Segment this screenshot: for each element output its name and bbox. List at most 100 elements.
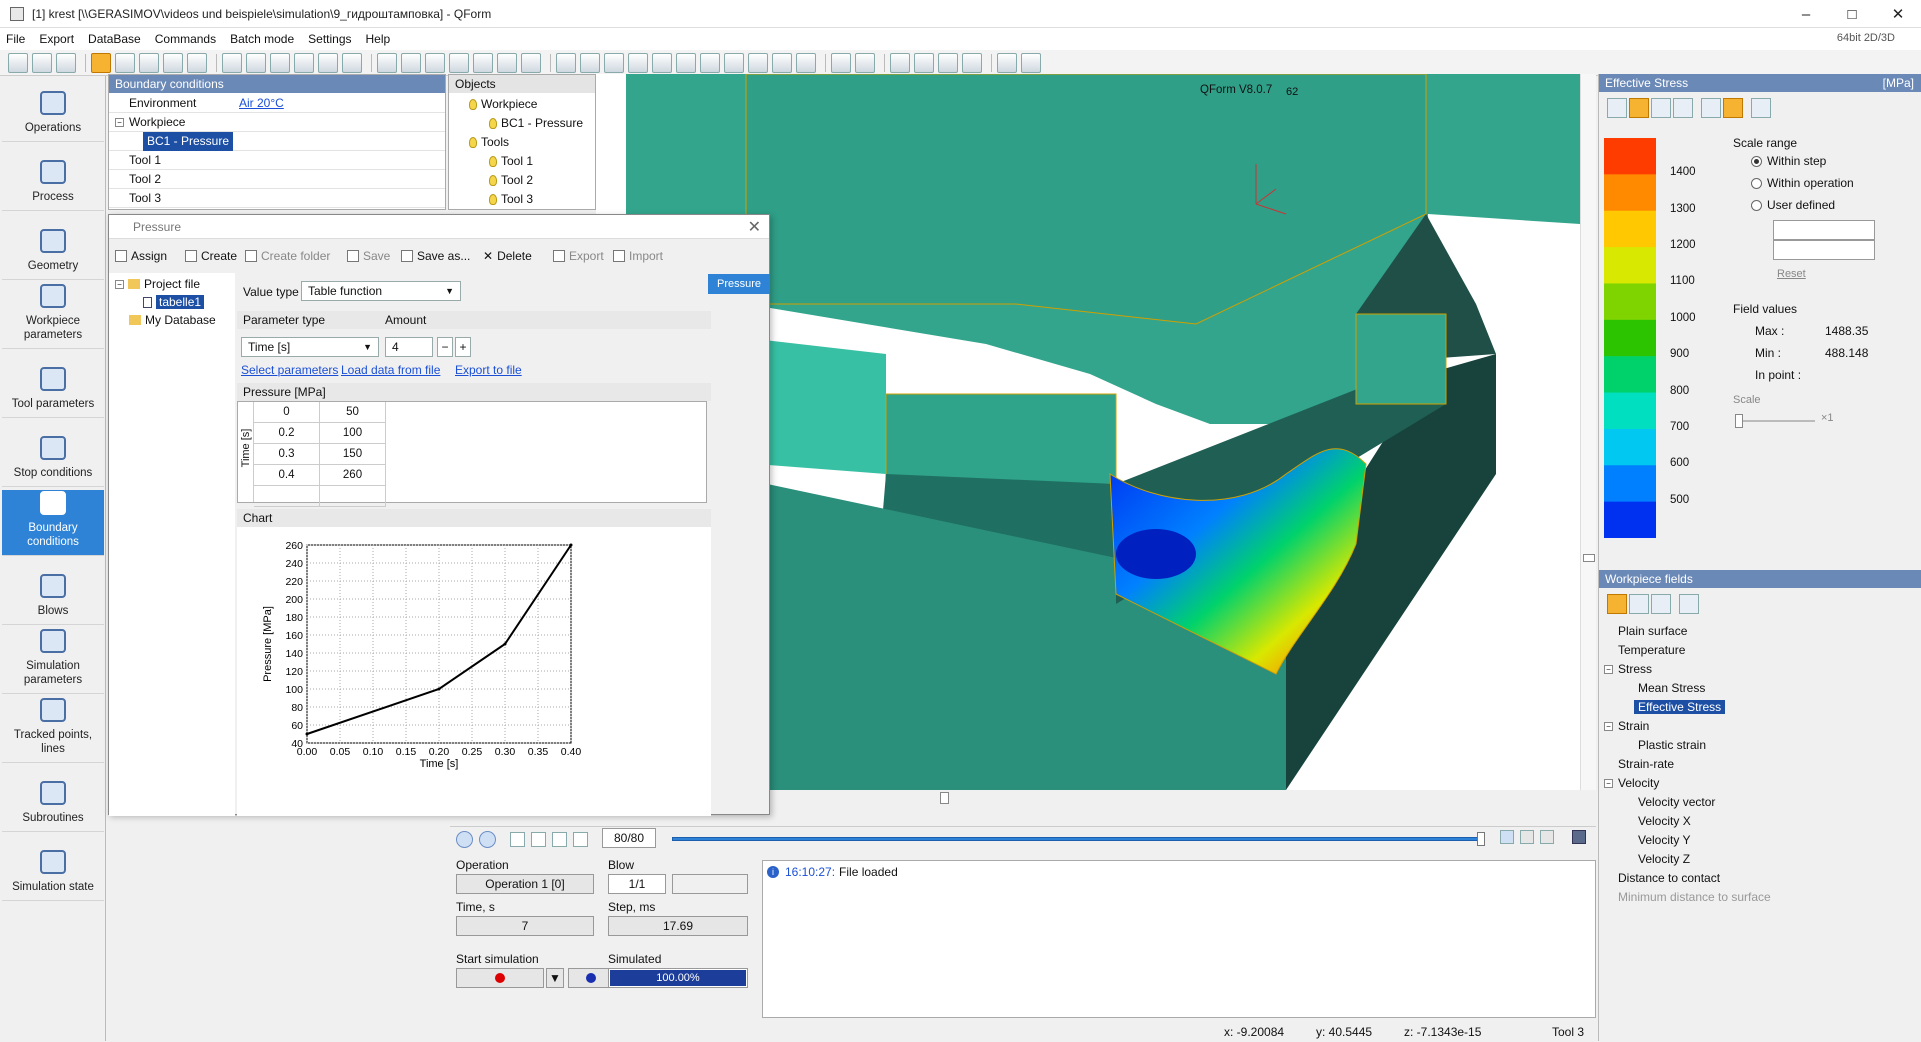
close-button[interactable]: ✕ — [1875, 0, 1921, 28]
colormap-bands-icon[interactable] — [1629, 98, 1649, 118]
parameter-type-select[interactable]: Time [s] ▼ — [241, 337, 379, 357]
workpiece-field-item[interactable]: Velocity vector — [1638, 795, 1715, 809]
save-as-button[interactable]: Save as... — [401, 247, 470, 265]
workpiece-field-item[interactable]: Velocity Y — [1638, 833, 1690, 847]
table-pressure-cell[interactable]: 150 — [320, 444, 386, 465]
workpiece-field-item[interactable]: Distance to contact — [1618, 871, 1720, 885]
record-icon[interactable] — [1572, 830, 1586, 844]
fields-icon-3[interactable] — [1651, 594, 1671, 614]
pan-icon[interactable] — [294, 52, 314, 73]
object-bc1[interactable]: BC1 - Pressure — [489, 114, 583, 132]
view-cube-icon[interactable] — [139, 52, 159, 73]
nav-blows[interactable]: Blows — [2, 559, 104, 625]
menu-commands[interactable]: Commands — [155, 32, 216, 46]
scale-slider[interactable] — [1735, 414, 1815, 428]
operation-field[interactable]: Operation 1 [0] — [456, 874, 594, 894]
mirror-icon[interactable] — [604, 52, 624, 73]
workpiece-field-item[interactable]: Effective Stress — [1634, 700, 1726, 714]
save-file-icon[interactable] — [56, 52, 76, 73]
reset-link[interactable]: Reset — [1777, 268, 1806, 280]
menu-settings[interactable]: Settings — [308, 32, 351, 46]
menu-help[interactable]: Help — [366, 32, 391, 46]
menu-export[interactable]: Export — [39, 32, 74, 46]
bc-row-tool2[interactable]: Tool 2 — [109, 170, 445, 189]
fields-icon-1[interactable] — [1607, 594, 1627, 614]
panel-layout-icon[interactable] — [1751, 98, 1771, 118]
workpiece-field-item[interactable]: Plastic strain — [1638, 738, 1706, 752]
workpiece-field-item[interactable]: Strain-rate — [1618, 757, 1674, 771]
dialog-close-icon[interactable]: ✕ — [748, 217, 761, 237]
colormap-icon[interactable] — [1607, 98, 1627, 118]
nav-subroutines[interactable]: Subroutines — [2, 766, 104, 832]
pressure-tab[interactable]: Pressure — [708, 274, 770, 294]
increment-button[interactable]: + — [455, 337, 471, 357]
create-folder-button[interactable]: Create folder — [245, 247, 330, 265]
die-gray-icon[interactable] — [521, 52, 541, 73]
collapse-toggle[interactable]: − — [1604, 722, 1613, 731]
step-counter-input[interactable]: 80/80 — [602, 828, 656, 848]
tree-my-database[interactable]: My Database — [129, 313, 216, 327]
zoom-fit-icon[interactable] — [222, 52, 242, 73]
forward-round-icon[interactable] — [479, 831, 496, 848]
ruler-icon[interactable] — [772, 52, 792, 73]
eye-icon[interactable] — [401, 52, 421, 73]
report-icon[interactable] — [997, 52, 1017, 73]
nav-tracked-points[interactable]: Tracked points, lines — [2, 697, 104, 763]
minimize-button[interactable]: – — [1783, 0, 1829, 28]
die-yellow-icon[interactable] — [497, 52, 517, 73]
select-cursor-icon[interactable] — [91, 52, 111, 73]
bc-row-bc1-pressure[interactable]: BC1 - Pressure — [109, 132, 445, 151]
next-step-icon[interactable] — [1540, 830, 1554, 844]
table-pressure-cell[interactable]: 100 — [320, 423, 386, 444]
workpiece-field-item[interactable]: Strain — [1618, 719, 1649, 733]
tree-tabelle1[interactable]: tabelle1 — [143, 295, 205, 309]
save-button[interactable]: Save — [347, 247, 390, 265]
workpiece-field-item[interactable]: Stress — [1618, 662, 1652, 676]
maximize-button[interactable]: □ — [1829, 0, 1875, 28]
table-time-cell[interactable]: 0.3 — [254, 444, 320, 465]
axis-z-icon[interactable] — [676, 52, 696, 73]
create-button[interactable]: Create — [185, 247, 237, 265]
import-button[interactable]: Import — [613, 247, 663, 265]
die-red-icon[interactable] — [473, 52, 493, 73]
axis-yz-icon[interactable] — [724, 52, 744, 73]
workpiece-field-item[interactable]: Temperature — [1618, 643, 1685, 657]
nav-simulation-state[interactable]: Simulation state — [2, 835, 104, 901]
contrast-icon[interactable] — [1701, 98, 1721, 118]
amount-input[interactable]: 4 — [385, 337, 433, 357]
shading-icon[interactable] — [449, 52, 469, 73]
menu-file[interactable]: File — [6, 32, 25, 46]
export-button[interactable]: Export — [553, 247, 604, 265]
first-frame-icon[interactable] — [510, 832, 525, 847]
view-box-icon[interactable] — [115, 52, 135, 73]
section-2-icon[interactable] — [580, 52, 600, 73]
start-dropdown-icon[interactable]: ▼ — [546, 968, 564, 988]
radio-within-step[interactable]: Within step — [1751, 154, 1826, 168]
workpiece-field-item[interactable]: Plain surface — [1618, 624, 1687, 638]
time-slider[interactable] — [672, 832, 1485, 846]
start-simulation-button[interactable] — [456, 968, 544, 988]
check-icon[interactable] — [1723, 98, 1743, 118]
table-empty-cell[interactable] — [320, 486, 386, 507]
nav-stop-conditions[interactable]: Stop conditions — [2, 421, 104, 487]
measure-icon[interactable] — [831, 52, 851, 73]
prev-step-icon[interactable] — [1500, 830, 1514, 844]
fields-icon-2[interactable] — [1629, 594, 1649, 614]
fast-forward-icon[interactable] — [552, 832, 567, 847]
axis-x-icon[interactable] — [628, 52, 648, 73]
axis-y-icon[interactable] — [652, 52, 672, 73]
share-icon[interactable] — [1679, 594, 1699, 614]
object-tool2[interactable]: Tool 2 — [489, 171, 533, 189]
angle-icon[interactable] — [796, 52, 816, 73]
assign-button[interactable]: Assign — [115, 247, 167, 265]
last-frame-icon[interactable] — [573, 832, 588, 847]
decrement-button[interactable]: − — [437, 337, 453, 357]
radio-user-defined[interactable]: User defined — [1751, 198, 1835, 212]
load-data-link[interactable]: Load data from file — [341, 363, 440, 377]
nav-boundary-conditions[interactable]: Boundary conditions — [2, 490, 104, 556]
axis-xz-icon[interactable] — [748, 52, 768, 73]
object-tool3[interactable]: Tool 3 — [489, 190, 533, 208]
delete-button[interactable]: ✕ Delete — [483, 247, 532, 265]
new-file-icon[interactable] — [8, 52, 28, 73]
view-cube-2-icon[interactable] — [163, 52, 183, 73]
